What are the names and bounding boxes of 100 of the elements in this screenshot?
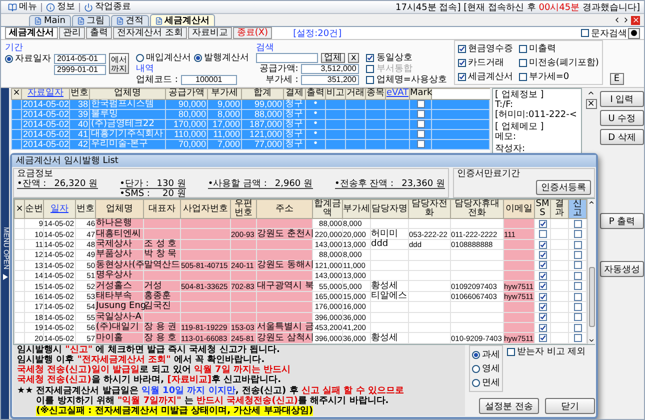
- column-header[interactable]: 비고: [326, 88, 346, 100]
- checkbox[interactable]: [538, 240, 546, 249]
- column-header[interactable]: 업체명: [90, 88, 166, 100]
- option-checkbox[interactable]: 세금계산서: [458, 70, 513, 83]
- option-checkbox[interactable]: 카드거래: [458, 56, 513, 69]
- option-checkbox[interactable]: 문자검색: [581, 26, 627, 40]
- scrollbar[interactable]: [587, 199, 595, 344]
- checkbox[interactable]: [574, 313, 582, 322]
- date-field[interactable]: 2014-05-01: [54, 54, 106, 64]
- column-header[interactable]: ×: [14, 200, 24, 218]
- column-header[interactable]: SMS: [534, 200, 550, 218]
- column-header[interactable]: 거래: [346, 88, 366, 100]
- column-header[interactable]: 순번: [24, 200, 44, 218]
- checkbox[interactable]: [574, 324, 582, 332]
- search-field[interactable]: [256, 53, 318, 63]
- scroll-up-icon[interactable]: [588, 199, 595, 206]
- tab[interactable]: 그림: [72, 15, 110, 26]
- checkbox[interactable]: [416, 120, 424, 128]
- column-header[interactable]: 출력: [306, 88, 326, 100]
- scroll-left-icon[interactable]: [613, 16, 621, 24]
- column-header[interactable]: ×: [12, 88, 22, 100]
- checkbox[interactable]: [538, 282, 546, 290]
- column-header[interactable]: 담당자전화: [408, 200, 450, 218]
- column-header[interactable]: 종목: [366, 88, 386, 100]
- tab[interactable]: 출력: [86, 27, 112, 39]
- column-header[interactable]: 우편번호: [230, 200, 256, 218]
- tab[interactable]: 자료비교: [188, 27, 232, 39]
- checkbox[interactable]: [538, 313, 546, 322]
- column-header[interactable]: 업체명: [96, 200, 144, 218]
- checkbox[interactable]: [538, 272, 546, 280]
- action-button[interactable]: U 수정: [600, 110, 644, 126]
- checkbox[interactable]: [538, 220, 546, 228]
- option-checkbox[interactable]: 미출력: [518, 42, 599, 55]
- dialog-button[interactable]: 닫기: [545, 398, 595, 414]
- toolbar-button[interactable]: 메뉴: [5, 2, 40, 12]
- column-header[interactable]: eVAT: [386, 88, 410, 100]
- checkbox[interactable]: [574, 282, 582, 290]
- action-button[interactable]: I 입력: [600, 91, 644, 107]
- column-header[interactable]: 이메일: [504, 200, 534, 218]
- tab[interactable]: 세금계산서: [150, 14, 214, 26]
- radio-option[interactable]: 면세: [472, 376, 500, 389]
- amount-field[interactable]: 3,512,000: [301, 64, 360, 74]
- column-header[interactable]: 합계: [242, 88, 284, 100]
- column-header[interactable]: 부가세: [342, 200, 370, 218]
- column-header[interactable]: 일자: [44, 200, 76, 218]
- checkbox[interactable]: [538, 250, 546, 259]
- radio-option[interactable]: 자료일자: [5, 52, 51, 65]
- range-button[interactable]: 에서 까지: [109, 53, 129, 74]
- checkbox[interactable]: [538, 302, 546, 311]
- radio-option[interactable]: 과세: [472, 348, 500, 361]
- column-header[interactable]: 결과: [550, 200, 568, 218]
- checkbox[interactable]: [416, 100, 424, 108]
- action-button[interactable]: 자동생성: [600, 261, 644, 277]
- checkbox[interactable]: [538, 324, 546, 332]
- radio-option[interactable]: 영세: [472, 362, 500, 375]
- column-header[interactable]: 번호: [70, 88, 90, 100]
- radio-option[interactable]: 발행계산서: [194, 51, 249, 64]
- option-checkbox[interactable]: 부가세=0: [518, 70, 599, 83]
- dialog-button[interactable]: 설정분 전송: [479, 398, 539, 414]
- action-button[interactable]: D 삭제: [600, 129, 644, 145]
- tab[interactable]: Main: [29, 15, 70, 26]
- close-button[interactable]: ×: [586, 99, 596, 109]
- checkbox[interactable]: [416, 110, 424, 118]
- column-header[interactable]: 주소: [256, 200, 312, 218]
- scroll-thumb[interactable]: [588, 267, 594, 327]
- column-header[interactable]: 자료일자: [22, 88, 70, 100]
- tab[interactable]: 견적: [110, 15, 148, 26]
- checkbox[interactable]: [574, 302, 582, 311]
- option-checkbox[interactable]: 미전송(폐기포함): [518, 56, 599, 69]
- date-field[interactable]: 2999-01-01: [54, 64, 106, 74]
- certificate-button[interactable]: 인증서등록: [536, 180, 591, 195]
- option-checkbox[interactable]: 업체명=사용상호: [366, 73, 447, 86]
- column-header[interactable]: 담당자명: [370, 200, 408, 218]
- code-field[interactable]: 100001: [180, 74, 237, 84]
- scroll-down-icon[interactable]: [588, 337, 595, 344]
- option-checkbox[interactable]: 받는자 비고 제외: [507, 345, 586, 358]
- column-header[interactable]: 공급가액: [166, 88, 208, 100]
- checkbox[interactable]: [538, 230, 546, 238]
- column-header[interactable]: 부가세: [208, 88, 242, 100]
- checkbox[interactable]: [538, 334, 546, 342]
- close-icon[interactable]: [631, 16, 640, 24]
- tab[interactable]: 종료(X): [232, 27, 272, 39]
- checkbox[interactable]: [574, 220, 582, 228]
- column-header[interactable]: 합계금액: [312, 200, 342, 218]
- checkbox[interactable]: [574, 240, 582, 249]
- column-header[interactable]: 번호: [76, 200, 96, 218]
- checkbox[interactable]: [574, 261, 582, 270]
- tab[interactable]: 세금계산서: [5, 27, 58, 39]
- option-checkbox[interactable]: 현금영수증: [458, 42, 513, 55]
- radio-option[interactable]: 매입계산서: [136, 51, 191, 64]
- scroll-up-icon[interactable]: [587, 89, 595, 97]
- column-header[interactable]: 결제: [284, 88, 306, 100]
- column-header[interactable]: 대표자: [144, 200, 180, 218]
- scroll-right-icon[interactable]: [622, 16, 630, 24]
- tab[interactable]: 전자계산서 조회: [113, 27, 187, 39]
- checkbox[interactable]: [574, 334, 582, 342]
- column-header[interactable]: 담당자휴대전화: [450, 200, 504, 218]
- checkbox[interactable]: [574, 230, 582, 238]
- checkbox[interactable]: [538, 292, 546, 301]
- tab[interactable]: 관리: [59, 27, 85, 39]
